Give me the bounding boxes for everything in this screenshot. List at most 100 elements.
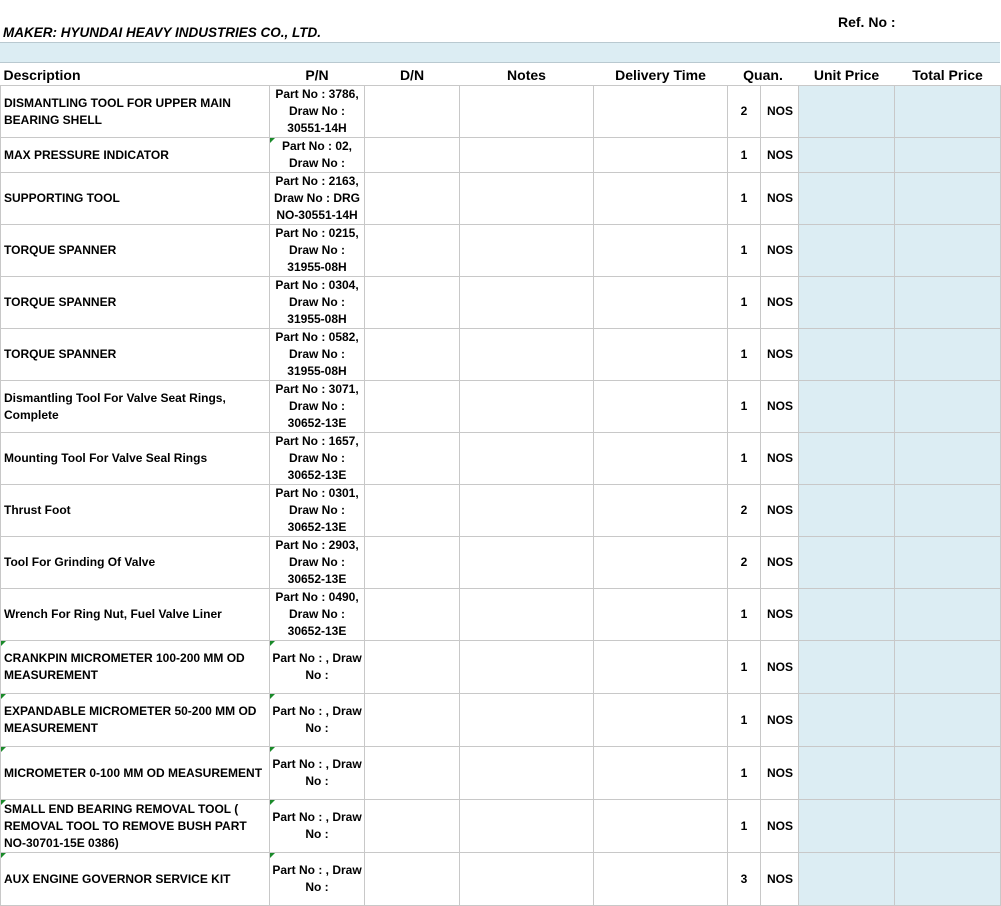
- row-unit: NOS: [759, 224, 800, 277]
- row-delivery-time-cell: [593, 224, 728, 277]
- row-delivery-time-cell: [593, 137, 728, 173]
- row-part-number: Part No : , Draw No :: [269, 799, 365, 853]
- row-unit-price-cell: [798, 432, 896, 485]
- row-part-number: Part No : 2163, Draw No : DRG NO-30551-1…: [269, 172, 365, 225]
- row-notes-cell: [459, 276, 594, 329]
- row-notes-cell: [459, 224, 594, 277]
- table-row: TORQUE SPANNER Part No : 0215, Draw No : …: [0, 224, 1001, 277]
- row-part-number: Part No : 0215, Draw No : 31955-08H: [269, 224, 365, 277]
- row-description: DISMANTLING TOOL FOR UPPER MAIN BEARING …: [0, 85, 270, 138]
- col-pn-header: P/N: [269, 64, 365, 86]
- row-notes-cell: [459, 746, 594, 800]
- row-part-number: Part No : 0582, Draw No : 31955-08H: [269, 328, 365, 381]
- row-total-price-cell: [894, 328, 1001, 381]
- row-unit-price-cell: [798, 276, 896, 329]
- row-quantity: 2: [727, 536, 761, 589]
- row-notes-cell: [459, 432, 594, 485]
- row-total-price-cell: [894, 746, 1001, 800]
- row-total-price-cell: [894, 536, 1001, 589]
- table-row: MAX PRESSURE INDICATOR Part No : 02, Draw…: [0, 137, 1001, 173]
- row-dn-cell: [364, 693, 460, 747]
- row-unit-price-cell: [798, 224, 896, 277]
- row-delivery-time-cell: [593, 380, 728, 433]
- quotation-table: Description P/N D/N Notes Delivery Time …: [0, 64, 1001, 906]
- row-quantity: 1: [727, 693, 761, 747]
- row-unit-price-cell: [798, 799, 896, 853]
- row-part-number: Part No : , Draw No :: [269, 852, 365, 906]
- row-part-number: Part No : 0304, Draw No : 31955-08H: [269, 276, 365, 329]
- row-unit-price-cell: [798, 85, 896, 138]
- row-quantity: 1: [727, 224, 761, 277]
- row-quantity: 1: [727, 746, 761, 800]
- col-notes-header: Notes: [459, 64, 594, 86]
- col-unit-price-header: Unit Price: [798, 64, 895, 86]
- row-delivery-time-cell: [593, 172, 728, 225]
- row-unit-price-cell: [798, 536, 896, 589]
- row-part-number: Part No : , Draw No :: [269, 693, 365, 747]
- col-total-price-header: Total Price: [894, 64, 1001, 86]
- row-description: MICROMETER 0-100 MM OD MEASUREMENT: [0, 746, 270, 800]
- row-description: MAX PRESSURE INDICATOR: [0, 137, 270, 173]
- row-unit-price-cell: [798, 172, 896, 225]
- row-dn-cell: [364, 380, 460, 433]
- row-total-price-cell: [894, 484, 1001, 537]
- maker-title: MAKER: HYUNDAI HEAVY INDUSTRIES CO., LTD…: [3, 25, 322, 40]
- row-notes-cell: [459, 799, 594, 853]
- row-unit-price-cell: [798, 693, 896, 747]
- row-unit: NOS: [759, 536, 800, 589]
- row-dn-cell: [364, 746, 460, 800]
- row-notes-cell: [459, 85, 594, 138]
- row-total-price-cell: [894, 799, 1001, 853]
- row-unit: NOS: [759, 432, 800, 485]
- row-dn-cell: [364, 588, 460, 641]
- row-quantity: 1: [727, 799, 761, 853]
- row-total-price-cell: [894, 85, 1001, 138]
- row-description: TORQUE SPANNER: [0, 276, 270, 329]
- row-description: Tool For Grinding Of Valve: [0, 536, 270, 589]
- table-row: Mounting Tool For Valve Seal Rings Part N…: [0, 432, 1001, 485]
- row-dn-cell: [364, 640, 460, 694]
- row-notes-cell: [459, 693, 594, 747]
- row-description: Wrench For Ring Nut, Fuel Valve Liner: [0, 588, 270, 641]
- row-unit: NOS: [759, 799, 800, 853]
- row-dn-cell: [364, 799, 460, 853]
- row-total-price-cell: [894, 380, 1001, 433]
- row-quantity: 2: [727, 484, 761, 537]
- row-notes-cell: [459, 852, 594, 906]
- table-row: SMALL END BEARING REMOVAL TOOL ( REMOVAL…: [0, 799, 1001, 853]
- row-quantity: 2: [727, 85, 761, 138]
- row-quantity: 1: [727, 588, 761, 641]
- row-dn-cell: [364, 328, 460, 381]
- row-description: SMALL END BEARING REMOVAL TOOL ( REMOVAL…: [0, 799, 270, 853]
- row-delivery-time-cell: [593, 693, 728, 747]
- table-row: Thrust Foot Part No : 0301, Draw No : 306…: [0, 484, 1001, 537]
- row-unit-price-cell: [798, 640, 896, 694]
- row-unit: NOS: [759, 328, 800, 381]
- header-band: [0, 42, 1000, 63]
- row-quantity: 1: [727, 640, 761, 694]
- row-notes-cell: [459, 640, 594, 694]
- table-row: AUX ENGINE GOVERNOR SERVICE KIT Part No :…: [0, 852, 1001, 906]
- row-unit-price-cell: [798, 588, 896, 641]
- row-notes-cell: [459, 328, 594, 381]
- row-unit-price-cell: [798, 328, 896, 381]
- table-row: CRANKPIN MICROMETER 100-200 MM OD MEASUR…: [0, 640, 1001, 694]
- row-description: SUPPORTING TOOL: [0, 172, 270, 225]
- row-total-price-cell: [894, 693, 1001, 747]
- row-unit: NOS: [759, 852, 800, 906]
- row-delivery-time-cell: [593, 640, 728, 694]
- row-unit: NOS: [759, 137, 800, 173]
- row-unit-price-cell: [798, 484, 896, 537]
- row-dn-cell: [364, 536, 460, 589]
- row-total-price-cell: [894, 137, 1001, 173]
- row-description: EXPANDABLE MICROMETER 50-200 MM OD MEASU…: [0, 693, 270, 747]
- col-quan-header: Quan.: [727, 64, 799, 86]
- row-unit: NOS: [759, 85, 800, 138]
- row-description: TORQUE SPANNER: [0, 328, 270, 381]
- row-total-price-cell: [894, 588, 1001, 641]
- table-row: Wrench For Ring Nut, Fuel Valve Liner Par…: [0, 588, 1001, 641]
- row-quantity: 1: [727, 276, 761, 329]
- row-dn-cell: [364, 484, 460, 537]
- row-unit-price-cell: [798, 137, 896, 173]
- row-part-number: Part No : 2903, Draw No : 30652-13E: [269, 536, 365, 589]
